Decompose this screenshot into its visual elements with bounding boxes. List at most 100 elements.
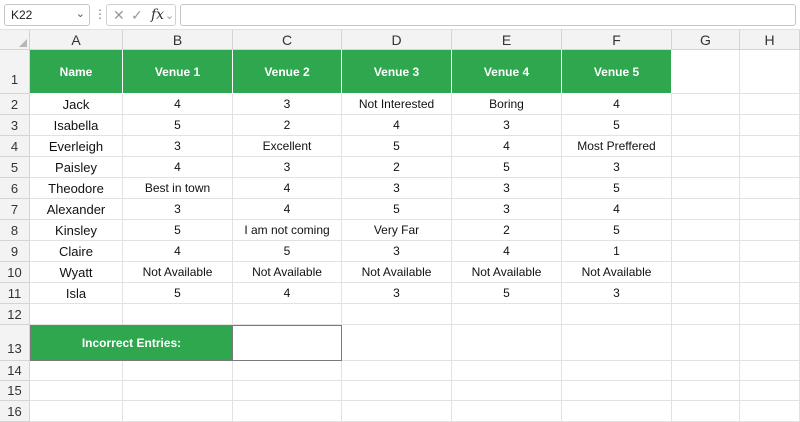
empty-cell[interactable] bbox=[672, 115, 740, 136]
venue-rating-cell[interactable]: 3 bbox=[342, 178, 452, 199]
venue-rating-cell[interactable]: 5 bbox=[233, 241, 342, 262]
empty-cell[interactable] bbox=[672, 220, 740, 241]
cancel-icon[interactable]: ✕ bbox=[113, 7, 125, 24]
empty-cell[interactable] bbox=[672, 136, 740, 157]
empty-cell[interactable] bbox=[740, 241, 800, 262]
venue-rating-cell[interactable]: 5 bbox=[123, 283, 233, 304]
venue-rating-cell[interactable]: Not Available bbox=[342, 262, 452, 283]
venue-rating-cell[interactable]: 3 bbox=[562, 157, 672, 178]
empty-cell[interactable] bbox=[672, 241, 740, 262]
empty-cell[interactable] bbox=[562, 304, 672, 325]
empty-cell[interactable] bbox=[672, 94, 740, 115]
venue-rating-cell[interactable]: 5 bbox=[342, 199, 452, 220]
row-header-7[interactable]: 7 bbox=[0, 199, 30, 220]
empty-cell[interactable] bbox=[342, 304, 452, 325]
name-cell[interactable]: Claire bbox=[30, 241, 123, 262]
empty-cell[interactable] bbox=[452, 361, 562, 381]
table-header-cell[interactable]: Venue 2 bbox=[233, 50, 342, 94]
insert-function-icon[interactable]: fx bbox=[151, 7, 164, 23]
venue-rating-cell[interactable]: 3 bbox=[452, 115, 562, 136]
empty-cell[interactable] bbox=[233, 401, 342, 422]
empty-cell[interactable] bbox=[30, 381, 123, 401]
empty-cell[interactable] bbox=[123, 401, 233, 422]
empty-cell[interactable] bbox=[740, 220, 800, 241]
empty-cell[interactable] bbox=[740, 199, 800, 220]
empty-cell[interactable] bbox=[740, 361, 800, 381]
select-all-corner[interactable] bbox=[0, 30, 30, 50]
venue-rating-cell[interactable]: 4 bbox=[123, 94, 233, 115]
row-header-4[interactable]: 4 bbox=[0, 136, 30, 157]
venue-rating-cell[interactable]: 5 bbox=[452, 157, 562, 178]
name-cell[interactable]: Alexander bbox=[30, 199, 123, 220]
empty-cell[interactable] bbox=[740, 304, 800, 325]
row-header-13[interactable]: 13 bbox=[0, 325, 30, 361]
empty-cell[interactable] bbox=[562, 401, 672, 422]
row-header-10[interactable]: 10 bbox=[0, 262, 30, 283]
venue-rating-cell[interactable]: Excellent bbox=[233, 136, 342, 157]
venue-rating-cell[interactable]: 3 bbox=[123, 136, 233, 157]
empty-cell[interactable] bbox=[562, 381, 672, 401]
empty-cell[interactable] bbox=[30, 401, 123, 422]
row-header-11[interactable]: 11 bbox=[0, 283, 30, 304]
row-header-15[interactable]: 15 bbox=[0, 381, 30, 401]
empty-cell[interactable] bbox=[342, 401, 452, 422]
empty-cell[interactable] bbox=[740, 325, 800, 361]
venue-rating-cell[interactable]: 5 bbox=[562, 220, 672, 241]
table-header-cell[interactable]: Venue 4 bbox=[452, 50, 562, 94]
name-cell[interactable]: Wyatt bbox=[30, 262, 123, 283]
empty-cell[interactable] bbox=[672, 304, 740, 325]
row-header-16[interactable]: 16 bbox=[0, 401, 30, 422]
empty-cell[interactable] bbox=[233, 381, 342, 401]
row-header-6[interactable]: 6 bbox=[0, 178, 30, 199]
row-header-8[interactable]: 8 bbox=[0, 220, 30, 241]
empty-cell[interactable] bbox=[672, 262, 740, 283]
venue-rating-cell[interactable]: Not Available bbox=[452, 262, 562, 283]
venue-rating-cell[interactable]: 2 bbox=[452, 220, 562, 241]
empty-cell[interactable] bbox=[672, 178, 740, 199]
venue-rating-cell[interactable]: 4 bbox=[452, 136, 562, 157]
name-cell[interactable]: Everleigh bbox=[30, 136, 123, 157]
empty-cell[interactable] bbox=[562, 361, 672, 381]
empty-cell[interactable] bbox=[123, 381, 233, 401]
row-header-9[interactable]: 9 bbox=[0, 241, 30, 262]
venue-rating-cell[interactable]: 3 bbox=[342, 241, 452, 262]
empty-cell[interactable] bbox=[233, 361, 342, 381]
empty-cell[interactable] bbox=[740, 50, 800, 94]
name-cell[interactable]: Isla bbox=[30, 283, 123, 304]
empty-cell[interactable] bbox=[740, 178, 800, 199]
venue-rating-cell[interactable]: Not Interested bbox=[342, 94, 452, 115]
venue-rating-cell[interactable]: 5 bbox=[452, 283, 562, 304]
venue-rating-cell[interactable]: 5 bbox=[562, 178, 672, 199]
venue-rating-cell[interactable]: Boring bbox=[452, 94, 562, 115]
venue-rating-cell[interactable]: Most Preffered bbox=[562, 136, 672, 157]
venue-rating-cell[interactable]: 2 bbox=[233, 115, 342, 136]
venue-rating-cell[interactable]: 5 bbox=[123, 220, 233, 241]
empty-cell[interactable] bbox=[452, 325, 562, 361]
row-header-12[interactable]: 12 bbox=[0, 304, 30, 325]
table-header-cell[interactable]: Venue 3 bbox=[342, 50, 452, 94]
empty-cell[interactable] bbox=[740, 381, 800, 401]
formula-input[interactable] bbox=[180, 4, 796, 26]
empty-cell[interactable] bbox=[740, 401, 800, 422]
empty-cell[interactable] bbox=[672, 325, 740, 361]
row-header-2[interactable]: 2 bbox=[0, 94, 30, 115]
empty-cell[interactable] bbox=[342, 325, 452, 361]
venue-rating-cell[interactable]: 4 bbox=[562, 94, 672, 115]
incorrect-entries-value-cell[interactable] bbox=[232, 325, 342, 361]
venue-rating-cell[interactable]: 4 bbox=[233, 199, 342, 220]
column-header-e[interactable]: E bbox=[452, 30, 562, 50]
venue-rating-cell[interactable]: 5 bbox=[562, 115, 672, 136]
venue-rating-cell[interactable]: 4 bbox=[452, 241, 562, 262]
enter-check-icon[interactable]: ✓ bbox=[131, 7, 143, 24]
empty-cell[interactable] bbox=[452, 381, 562, 401]
venue-rating-cell[interactable]: 5 bbox=[123, 115, 233, 136]
venue-rating-cell[interactable]: 3 bbox=[233, 157, 342, 178]
venue-rating-cell[interactable]: 3 bbox=[562, 283, 672, 304]
venue-rating-cell[interactable]: Not Available bbox=[562, 262, 672, 283]
empty-cell[interactable] bbox=[342, 381, 452, 401]
venue-rating-cell[interactable]: 4 bbox=[233, 178, 342, 199]
venue-rating-cell[interactable]: 3 bbox=[123, 199, 233, 220]
name-cell[interactable]: Paisley bbox=[30, 157, 123, 178]
venue-rating-cell[interactable]: 2 bbox=[342, 157, 452, 178]
column-header-a[interactable]: A bbox=[30, 30, 123, 50]
